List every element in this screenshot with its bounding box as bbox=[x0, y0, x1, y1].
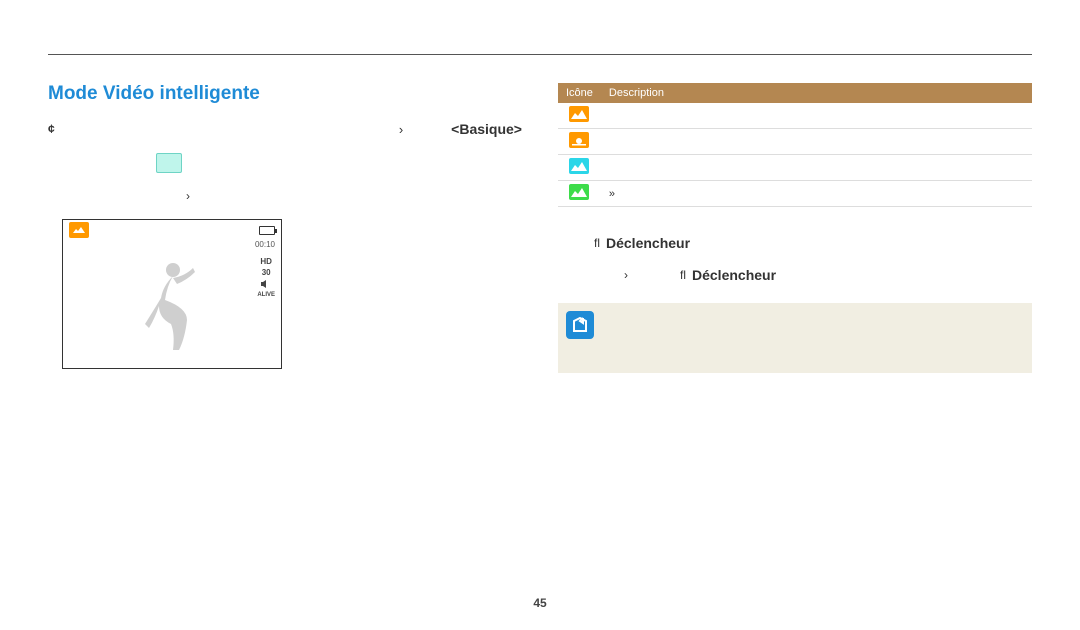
step-2-arrow: › bbox=[48, 189, 522, 203]
viewfinder-preview: 00:10 HD 30 ALIVE bbox=[62, 219, 282, 369]
note-icon bbox=[566, 311, 594, 339]
note-callout bbox=[558, 303, 1032, 373]
step-2 bbox=[48, 153, 522, 173]
table-header-row: Icône Description bbox=[558, 83, 1032, 103]
right-column: Icône Description bbox=[558, 83, 1032, 377]
landscape-icon bbox=[569, 106, 589, 122]
table-row: » bbox=[558, 181, 1032, 207]
manual-page: Mode Vidéo intelligente ¢ › <Basique> › bbox=[0, 0, 1080, 630]
two-column-layout: Mode Vidéo intelligente ¢ › <Basique> › bbox=[48, 83, 1032, 377]
arrow-icon: › bbox=[186, 189, 190, 203]
step-3: ﬂ Déclencheur bbox=[558, 235, 1032, 251]
description-cell: » bbox=[601, 181, 1032, 207]
smart-video-mode-icon bbox=[156, 153, 182, 173]
landscape-mode-icon bbox=[69, 222, 89, 238]
step-4: › ﬂ Déclencheur bbox=[558, 267, 1032, 283]
battery-icon bbox=[259, 226, 275, 235]
viewfinder-canvas bbox=[63, 240, 281, 368]
table-row bbox=[558, 155, 1032, 181]
table-row bbox=[558, 103, 1032, 129]
arrow-icon: › bbox=[624, 268, 628, 282]
step-1: ¢ › <Basique> bbox=[48, 121, 522, 137]
shutter-label-2: Déclencheur bbox=[692, 267, 776, 283]
description-cell bbox=[601, 155, 1032, 181]
description-cell bbox=[601, 103, 1032, 129]
viewfinder-topbar bbox=[63, 220, 281, 240]
arrow-icon: › bbox=[399, 122, 403, 137]
header-description: Description bbox=[601, 83, 1032, 103]
table-row bbox=[558, 129, 1032, 155]
sunset-icon bbox=[569, 132, 589, 148]
forest-icon bbox=[569, 184, 589, 200]
top-rule bbox=[48, 54, 1032, 55]
description-cell bbox=[601, 129, 1032, 155]
sky-icon bbox=[569, 158, 589, 174]
figure-skater-silhouette bbox=[137, 258, 207, 358]
page-number: 45 bbox=[533, 596, 546, 610]
left-column: Mode Vidéo intelligente ¢ › <Basique> › bbox=[48, 83, 522, 377]
shutter-label: Déclencheur bbox=[606, 235, 690, 251]
step-prefix: ﬂ bbox=[594, 236, 600, 250]
section-title: Mode Vidéo intelligente bbox=[48, 83, 522, 105]
step-number: ¢ bbox=[48, 122, 66, 136]
step-prefix: ﬂ bbox=[680, 268, 686, 282]
header-icon: Icône bbox=[558, 83, 601, 103]
basic-label: <Basique> bbox=[451, 121, 522, 137]
icon-description-table: Icône Description bbox=[558, 83, 1032, 207]
